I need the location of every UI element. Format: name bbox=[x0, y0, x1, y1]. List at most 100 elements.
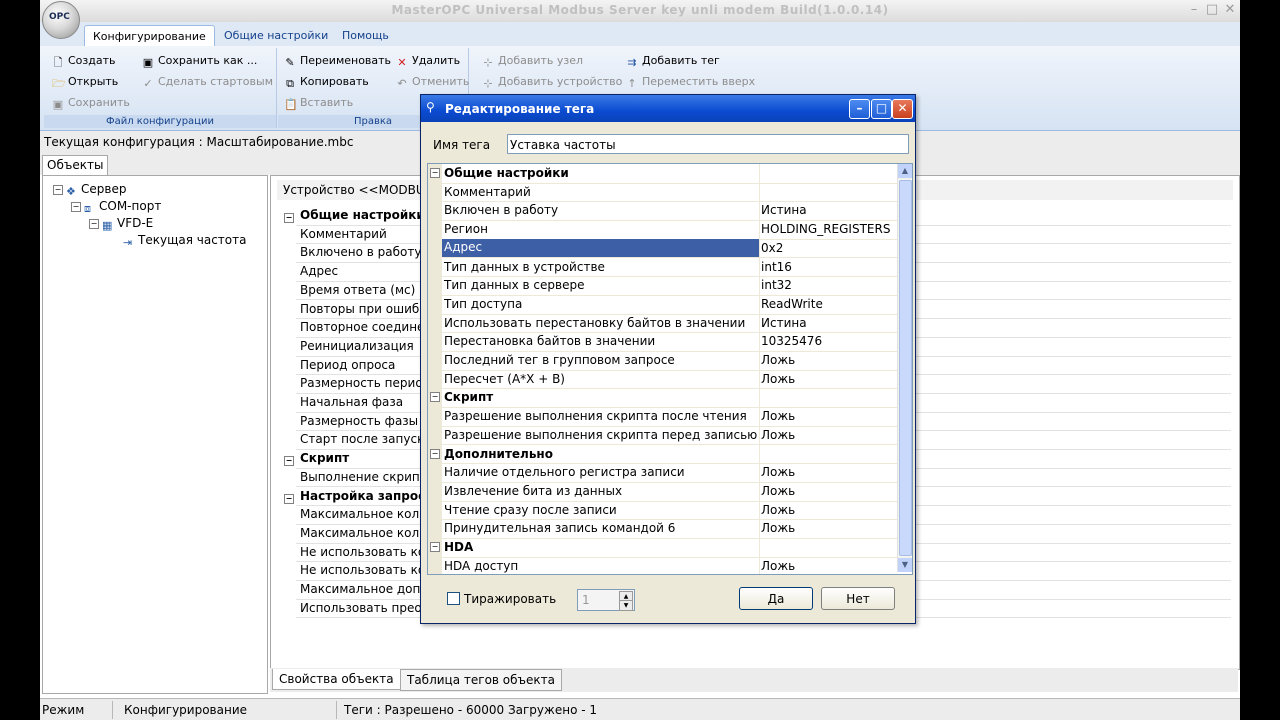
tag-property-value[interactable]: 10325476 bbox=[761, 334, 822, 348]
tab-object-properties[interactable]: Свойства объекта bbox=[272, 669, 401, 690]
tag-property-value[interactable]: Ложь bbox=[761, 428, 795, 442]
tag-property-row[interactable]: Использовать перестановку байтов в значе… bbox=[428, 313, 898, 334]
create-button[interactable]: 🗋 Создать bbox=[52, 54, 116, 69]
ok-button[interactable]: Да bbox=[739, 587, 813, 610]
tag-property-row[interactable]: Перестановка байтов в значении 10325476 bbox=[428, 332, 898, 352]
vertical-scrollbar[interactable]: ▲ ▼ bbox=[897, 164, 912, 572]
paste-button[interactable]: 📋 Вставить bbox=[284, 96, 353, 111]
tag-property-category[interactable]: − Общие настройки bbox=[428, 164, 898, 184]
dialog-close-button[interactable]: ✕ bbox=[892, 99, 913, 119]
tree-node-com-port[interactable]: − ⧈ COM-порт bbox=[71, 199, 161, 215]
tag-property-row[interactable]: Наличие отдельного регистра записи Ложь bbox=[428, 463, 898, 483]
collapse-icon[interactable]: − bbox=[71, 202, 81, 212]
status-bar: Режим Конфигурирование Теги : Разрешено … bbox=[40, 698, 1240, 720]
collapse-icon[interactable]: − bbox=[89, 219, 99, 229]
tab-help[interactable]: Помощь bbox=[334, 25, 397, 46]
collapse-icon[interactable]: − bbox=[53, 185, 63, 195]
tree-node-device[interactable]: − ▦ VFD-E bbox=[89, 216, 153, 232]
tag-icon: ⇥ bbox=[123, 236, 133, 249]
add-device-button[interactable]: ⊹ Добавить устройство bbox=[482, 75, 622, 90]
copy-label: Копировать bbox=[300, 75, 369, 88]
dialog-minimize-button[interactable]: – bbox=[849, 99, 870, 119]
collapse-icon[interactable]: − bbox=[430, 542, 440, 552]
minimize-button[interactable]: – bbox=[1186, 3, 1202, 17]
save-button[interactable]: ▣ Сохранить bbox=[52, 96, 130, 111]
add-tag-button[interactable]: ⇉ Добавить тег bbox=[626, 54, 719, 69]
tag-property-label: Комментарий bbox=[444, 184, 531, 199]
save-as-button[interactable]: ▣ Сохранить как ... bbox=[142, 54, 258, 69]
tag-property-row[interactable]: Принудительная запись командой 6 Ложь bbox=[428, 519, 898, 539]
spin-down-icon[interactable]: ▼ bbox=[619, 600, 633, 611]
tag-property-row[interactable]: Извлечение бита из данных Ложь bbox=[428, 481, 898, 502]
scroll-down-icon[interactable]: ▼ bbox=[898, 558, 912, 572]
tag-property-label: Общие настройки bbox=[444, 166, 569, 180]
tag-property-value[interactable]: Ложь bbox=[761, 559, 795, 573]
tag-property-row[interactable]: Разрешение выполнения скрипта перед запи… bbox=[428, 425, 898, 446]
tag-property-row[interactable]: Тип данных в устройстве int16 bbox=[428, 257, 898, 278]
tag-property-category[interactable]: − HDA bbox=[428, 538, 898, 558]
tag-property-row[interactable]: Включен в работу Истина bbox=[428, 201, 898, 222]
collapse-icon[interactable]: − bbox=[430, 392, 440, 403]
tag-property-value[interactable]: Ложь bbox=[761, 484, 795, 498]
tag-property-value[interactable]: Ложь bbox=[761, 409, 795, 423]
replicate-count-spinner[interactable]: 1 ▲ ▼ bbox=[577, 589, 635, 611]
tag-property-value[interactable]: HOLDING_REGISTERS bbox=[761, 222, 890, 236]
tag-property-label: Тип данных в сервере bbox=[444, 278, 585, 293]
checkbox-box[interactable] bbox=[447, 592, 460, 605]
tag-property-row[interactable]: Тип доступа ReadWrite bbox=[428, 294, 898, 315]
tag-property-row[interactable]: Адрес 0x2 bbox=[428, 238, 898, 259]
collapse-icon[interactable]: − bbox=[430, 448, 440, 459]
app-menu-orb[interactable]: OPC bbox=[42, 1, 80, 39]
copy-button[interactable]: ⧉ Копировать bbox=[284, 75, 369, 90]
tag-property-row[interactable]: Регион HOLDING_REGISTERS bbox=[428, 220, 898, 240]
collapse-icon[interactable]: − bbox=[284, 456, 294, 467]
rename-button[interactable]: ✎ Переименовать bbox=[284, 54, 391, 69]
tag-property-value[interactable]: ReadWrite bbox=[761, 297, 823, 311]
tag-property-row[interactable]: HDA доступ Ложь bbox=[428, 556, 898, 574]
tag-property-value[interactable]: Ложь bbox=[761, 521, 795, 535]
save-as-icon: ▣ bbox=[142, 56, 154, 69]
make-start-button[interactable]: ✓ Сделать стартовым bbox=[142, 75, 273, 90]
tag-property-row[interactable]: Тип данных в сервере int32 bbox=[428, 276, 898, 296]
undo-button[interactable]: ↶ Отменить bbox=[396, 75, 469, 90]
move-up-button[interactable]: ↑ Переместить вверх bbox=[626, 75, 755, 90]
row-gutter bbox=[428, 182, 442, 202]
tree-node-tag[interactable]: ⇥ Текущая частота bbox=[123, 233, 246, 249]
tag-property-row[interactable]: Последний тег в групповом запросе Ложь bbox=[428, 351, 898, 371]
open-button[interactable]: 🗁 Открыть bbox=[52, 75, 118, 90]
collapse-icon[interactable]: − bbox=[430, 168, 440, 178]
tab-objects[interactable]: Объекты bbox=[42, 155, 109, 175]
tag-property-value[interactable]: Ложь bbox=[761, 465, 795, 479]
replicate-checkbox[interactable]: Тиражировать bbox=[447, 592, 556, 606]
tab-object-tags-table[interactable]: Таблица тегов объекта bbox=[400, 669, 562, 691]
close-button[interactable]: ✕ bbox=[1222, 3, 1238, 17]
dialog-maximize-button[interactable]: □ bbox=[871, 99, 892, 119]
tab-general-settings[interactable]: Общие настройки bbox=[216, 25, 336, 46]
tag-property-value[interactable]: Истина bbox=[761, 316, 807, 330]
tag-property-row[interactable]: Пересчет (A*X + B) Ложь bbox=[428, 369, 898, 390]
maximize-button[interactable]: □ bbox=[1204, 3, 1220, 17]
tag-property-value[interactable]: 0x2 bbox=[761, 240, 784, 255]
scroll-up-icon[interactable]: ▲ bbox=[898, 164, 912, 178]
tag-property-category[interactable]: − Дополнительно bbox=[428, 444, 898, 465]
collapse-icon[interactable]: − bbox=[284, 213, 294, 223]
tag-property-value[interactable]: Истина bbox=[761, 203, 807, 217]
tag-property-value[interactable]: int32 bbox=[761, 278, 792, 292]
collapse-icon[interactable]: − bbox=[284, 493, 294, 504]
cancel-button[interactable]: Нет bbox=[821, 587, 895, 610]
add-node-button[interactable]: ⊹ Добавить узел bbox=[482, 54, 583, 69]
tag-property-value[interactable]: Ложь bbox=[761, 503, 795, 517]
tag-property-value[interactable]: Ложь bbox=[761, 372, 795, 386]
tag-property-value[interactable]: int16 bbox=[761, 260, 792, 274]
tab-configuration[interactable]: Конфигурирование bbox=[84, 25, 215, 47]
delete-button[interactable]: ✕ Удалить bbox=[396, 54, 460, 69]
tag-name-input[interactable]: Уставка частоты bbox=[507, 134, 909, 154]
tag-property-row[interactable]: Комментарий bbox=[428, 182, 898, 203]
scroll-thumb[interactable] bbox=[899, 180, 912, 556]
tag-property-row[interactable]: Разрешение выполнения скрипта после чтен… bbox=[428, 407, 898, 427]
tag-property-row[interactable]: Чтение сразу после записи Ложь bbox=[428, 500, 898, 521]
tag-property-category[interactable]: − Скрипт bbox=[428, 388, 898, 409]
tag-property-value[interactable]: Ложь bbox=[761, 353, 795, 367]
tree-node-server[interactable]: − ❖ Сервер bbox=[53, 182, 126, 198]
column-divider bbox=[759, 519, 760, 538]
